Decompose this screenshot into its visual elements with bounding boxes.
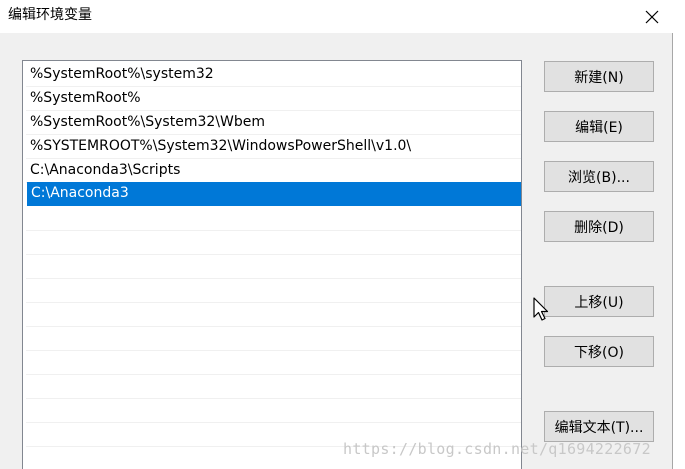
list-item-selected[interactable]: C:\Anaconda3	[27, 182, 521, 206]
list-item[interactable]: %SystemRoot%\system32	[26, 63, 521, 87]
path-list[interactable]: %SystemRoot%\system32 %SystemRoot% %Syst…	[22, 60, 522, 469]
empty-list-row[interactable]	[26, 327, 521, 351]
empty-list-row[interactable]	[26, 231, 521, 255]
new-button[interactable]: 新建(N)	[544, 61, 654, 92]
edit-text-button[interactable]: 编辑文本(T)...	[544, 411, 654, 442]
list-item-label: %SystemRoot%\System32\Wbem	[30, 114, 265, 130]
list-item-label: %SystemRoot%\system32	[30, 66, 214, 82]
list-item[interactable]: %SystemRoot%\System32\Wbem	[26, 111, 521, 135]
mouse-pointer-icon	[533, 297, 549, 321]
delete-button[interactable]: 删除(D)	[544, 211, 654, 242]
list-item[interactable]: %SYSTEMROOT%\System32\WindowsPowerShell\…	[26, 135, 521, 159]
empty-list-row[interactable]	[26, 207, 521, 231]
empty-list-row[interactable]	[26, 255, 521, 279]
list-item[interactable]: C:\Anaconda3\Scripts	[26, 159, 521, 183]
dialog-title: 编辑环境变量	[8, 7, 92, 23]
list-item-label: C:\Anaconda3\Scripts	[30, 162, 181, 178]
list-item-label: %SystemRoot%	[30, 90, 141, 106]
empty-list-row[interactable]	[26, 375, 521, 399]
edit-button[interactable]: 编辑(E)	[544, 111, 654, 142]
close-button[interactable]	[630, 0, 674, 33]
background-window-strip	[673, 33, 685, 469]
move-up-button[interactable]: 上移(U)	[544, 286, 654, 317]
empty-list-row[interactable]	[26, 399, 521, 423]
empty-list-row[interactable]	[26, 279, 521, 303]
list-item-label: C:\Anaconda3	[31, 185, 129, 201]
edit-environment-variable-dialog: 编辑环境变量 %SystemRoot%\system32 %SystemRoot…	[0, 0, 685, 469]
list-item-label: %SYSTEMROOT%\System32\WindowsPowerShell\…	[30, 138, 412, 154]
close-icon	[645, 10, 659, 23]
list-item[interactable]: %SystemRoot%	[26, 87, 521, 111]
empty-list-row[interactable]	[26, 303, 521, 327]
browse-button[interactable]: 浏览(B)...	[544, 161, 654, 192]
title-bar: 编辑环境变量	[0, 0, 685, 33]
move-down-button[interactable]: 下移(O)	[544, 336, 654, 367]
empty-list-row[interactable]	[26, 351, 521, 375]
watermark: https://blog.csdn.net/q1694222672	[343, 440, 651, 458]
